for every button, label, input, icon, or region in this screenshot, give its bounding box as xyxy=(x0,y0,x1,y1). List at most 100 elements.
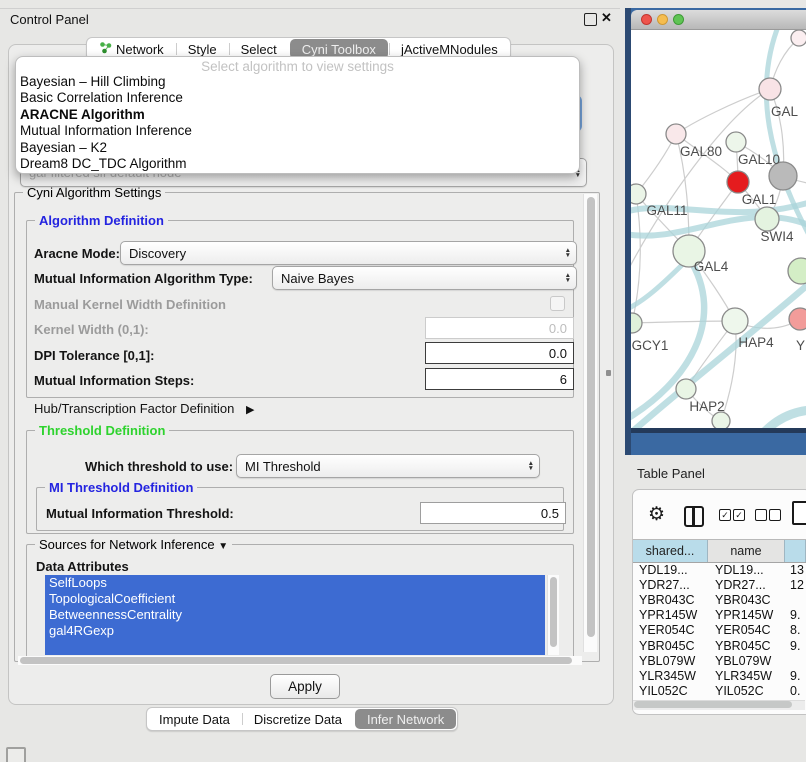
network-node[interactable] xyxy=(666,124,686,144)
apply-button[interactable]: Apply xyxy=(270,674,340,699)
column-header-cut[interactable] xyxy=(785,540,806,562)
scrollbar-thumb[interactable] xyxy=(634,701,792,708)
table-cell: YIL052C xyxy=(708,684,785,698)
minimize-traffic-light-icon[interactable] xyxy=(657,14,668,25)
float-window-icon[interactable] xyxy=(584,13,597,26)
algorithm-select-popup: Select algorithm to view settings Bayesi… xyxy=(15,56,580,174)
data-attribute-item-partial[interactable] xyxy=(45,639,545,655)
table-header-row: shared... name xyxy=(633,539,806,563)
network-node[interactable] xyxy=(676,379,696,399)
scrollbar-thumb[interactable] xyxy=(20,657,572,664)
close-icon[interactable]: ✕ xyxy=(601,11,612,24)
network-window-titlebar[interactable] xyxy=(631,10,806,30)
mi-steps-label: Mutual Information Steps: xyxy=(34,373,194,388)
tab-infer-network[interactable]: Infer Network xyxy=(355,709,456,729)
data-attribute-item[interactable]: BetweennessCentrality xyxy=(45,607,545,623)
algorithm-option[interactable]: Bayesian – K2 xyxy=(16,140,579,156)
network-node[interactable] xyxy=(755,207,779,231)
dpi-tolerance-label: DPI Tolerance [0,1]: xyxy=(34,348,154,363)
network-edge-thick[interactable] xyxy=(755,410,806,428)
collapsed-arrow-icon[interactable]: ▶ xyxy=(246,403,254,416)
table-row[interactable]: YLR345WYLR345W9. xyxy=(633,668,806,683)
node-label: GAL xyxy=(771,104,799,119)
table-row[interactable]: YDR27...YDR27...12 xyxy=(633,577,806,592)
dpi-tolerance-field[interactable]: 0.0 xyxy=(425,342,574,364)
tab-label: Network xyxy=(116,42,164,57)
network-node[interactable] xyxy=(631,313,642,333)
column-header-shared-name[interactable]: shared... xyxy=(633,540,708,562)
hub-section-label[interactable]: Hub/Transcription Factor Definition ▶ xyxy=(34,401,254,416)
network-node[interactable] xyxy=(727,171,749,193)
algorithm-option[interactable]: ARACNE Algorithm xyxy=(16,107,579,123)
document-icon[interactable] xyxy=(792,501,806,525)
table-row[interactable]: YBR043CYBR043C xyxy=(633,592,806,607)
which-threshold-combo[interactable]: MI Threshold ▲▼ xyxy=(236,454,540,478)
threshold-definition-title: Threshold Definition xyxy=(35,423,169,438)
network-node[interactable] xyxy=(789,308,806,330)
manual-kernel-checkbox[interactable] xyxy=(550,296,565,311)
algorithm-option[interactable]: Basic Correlation Inference xyxy=(16,90,579,106)
network-node[interactable] xyxy=(788,258,806,284)
gear-icon[interactable]: ⚙ xyxy=(648,503,665,526)
scrollbar-thumb[interactable] xyxy=(550,577,557,647)
network-graph[interactable]: GALGAL80GAL10GAL1GAL11SWI4GAL4GCY1HAP4YH… xyxy=(631,30,806,428)
panel-splitter-handle[interactable] xyxy=(606,370,611,376)
network-edge[interactable] xyxy=(632,321,735,323)
expanded-arrow-icon[interactable]: ▼ xyxy=(218,541,228,552)
network-node[interactable] xyxy=(791,30,806,46)
zoom-traffic-light-icon[interactable] xyxy=(673,14,684,25)
table-row[interactable]: YPR145WYPR145W9. xyxy=(633,608,806,623)
table-cell: 9. xyxy=(785,639,800,653)
checked-box-icon[interactable]: ✓ xyxy=(733,509,745,521)
network-node[interactable] xyxy=(722,308,748,334)
tab-impute-data[interactable]: Impute Data xyxy=(147,709,242,729)
aracne-mode-combo[interactable]: Discovery ▲▼ xyxy=(120,241,577,265)
unchecked-box-icon[interactable] xyxy=(769,509,781,521)
data-attribute-item[interactable]: gal4RGexp xyxy=(45,623,545,639)
table-cell: YIL052C xyxy=(633,684,708,698)
unchecked-box-icon[interactable] xyxy=(755,509,767,521)
aracne-mode-label: Aracne Mode: xyxy=(34,246,120,261)
table-row[interactable]: YDL19...YDL19...13 xyxy=(633,562,806,577)
data-attribute-item[interactable]: TopologicalCoefficient xyxy=(45,591,545,607)
table-row[interactable]: YBR045CYBR045C9. xyxy=(633,638,806,653)
screenshot-stage: Control Panel ✕ NetworkStyleSelectCyni T… xyxy=(0,0,806,762)
algorithm-option[interactable]: Bayesian – Hill Climbing xyxy=(16,74,579,90)
table-cell: YBR043C xyxy=(633,593,708,607)
data-attribute-item[interactable]: SelfLoops xyxy=(45,575,545,591)
table-row[interactable]: YER054CYER054C8. xyxy=(633,623,806,638)
manual-kernel-label: Manual Kernel Width Definition xyxy=(34,297,226,312)
tab-discretize-data[interactable]: Discretize Data xyxy=(242,709,354,729)
network-node[interactable] xyxy=(759,78,781,100)
settings-vertical-scrollbar[interactable] xyxy=(583,194,597,652)
kernel-width-field[interactable]: 0.0 xyxy=(425,317,574,339)
scrollbar-thumb[interactable] xyxy=(587,197,595,637)
checked-box-icon[interactable]: ✓ xyxy=(719,509,731,521)
mi-type-combo[interactable]: Naive Bayes ▲▼ xyxy=(272,266,577,290)
algorithm-option[interactable]: Mutual Information Inference xyxy=(16,123,579,139)
table-cell: YBR045C xyxy=(633,639,708,653)
network-edge[interactable] xyxy=(636,134,676,194)
column-header-name[interactable]: name xyxy=(708,540,785,562)
mi-threshold-field[interactable]: 0.5 xyxy=(420,502,566,524)
network-node[interactable] xyxy=(726,132,746,152)
table-cell: 9. xyxy=(785,669,800,683)
close-traffic-light-icon[interactable] xyxy=(641,14,652,25)
algorithm-option[interactable]: Dream8 DC_TDC Algorithm xyxy=(16,156,579,172)
table-row[interactable]: YIL052CYIL052C0. xyxy=(633,684,806,699)
data-attributes-list: SelfLoopsTopologicalCoefficientBetweenne… xyxy=(45,575,545,655)
network-node[interactable] xyxy=(631,184,646,204)
network-edge[interactable] xyxy=(676,89,770,134)
table-row[interactable]: YBL079WYBL079W xyxy=(633,653,806,668)
combo-stepper-icon: ▲▼ xyxy=(560,273,576,283)
mi-steps-field[interactable]: 6 xyxy=(425,368,574,390)
columns-icon[interactable] xyxy=(684,506,704,527)
network-view-canvas[interactable]: GALGAL80GAL10GAL1GAL11SWI4GAL4GCY1HAP4YH… xyxy=(631,30,806,428)
node-label: GAL80 xyxy=(680,144,722,159)
table-cell: YDR27... xyxy=(633,578,708,592)
tab-label: Discretize Data xyxy=(254,712,342,727)
attributes-list-scrollbar[interactable] xyxy=(547,575,559,655)
network-node[interactable] xyxy=(712,412,730,428)
settings-horizontal-scrollbar[interactable] xyxy=(18,656,582,665)
minimized-panel-icon[interactable] xyxy=(6,747,26,762)
